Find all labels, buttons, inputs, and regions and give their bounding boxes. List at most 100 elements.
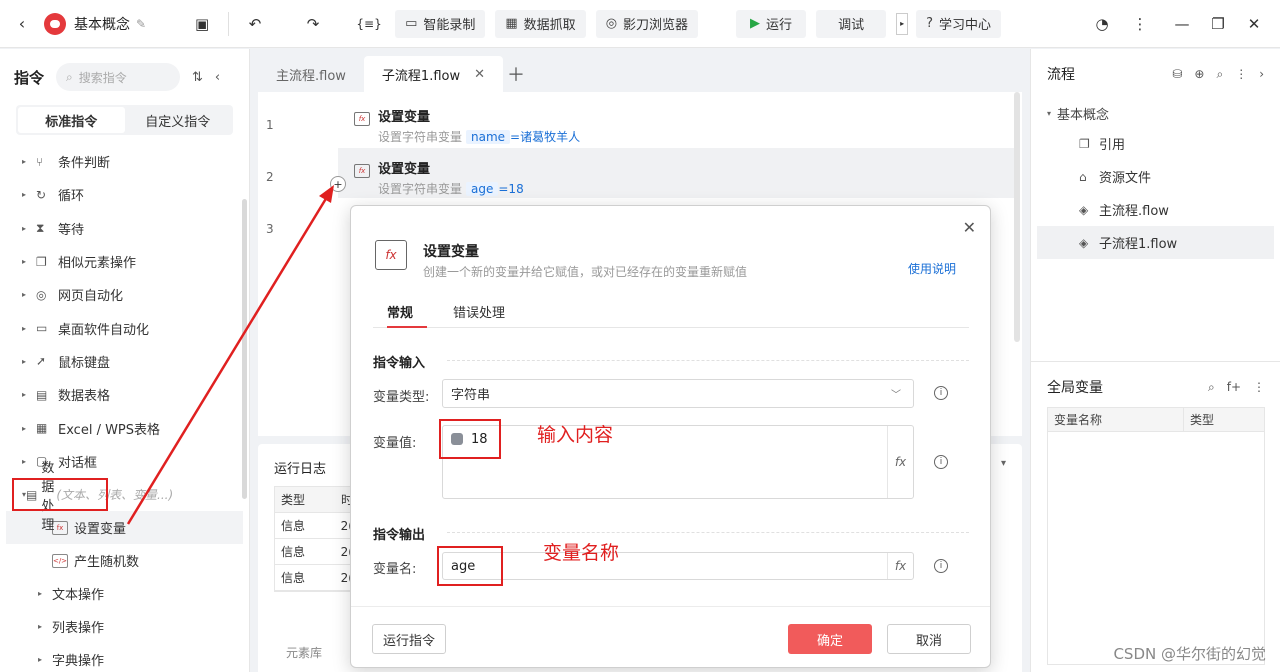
more-icon[interactable]: ⋮ [1253, 380, 1265, 395]
sort-icon[interactable]: ⇅ [192, 70, 203, 85]
log-row-type: 信息 [281, 519, 306, 533]
tab-label: 主流程.flow [276, 68, 346, 84]
tree-item-label: 引用 [1099, 138, 1126, 153]
category-item[interactable]: ▸ ▭ 桌面软件自动化 [0, 311, 249, 344]
table-icon: ▦ [505, 16, 518, 31]
category-item[interactable]: ▸ ⧗ 等待 [0, 212, 249, 245]
variables-icon[interactable]: {≡} [353, 8, 385, 40]
confirm-button[interactable]: 确定 [788, 624, 872, 654]
close-tab-icon[interactable]: ✕ [474, 67, 485, 82]
editor-scrollbar[interactable] [1014, 92, 1020, 342]
insert-step-icon[interactable]: + [330, 176, 346, 192]
category-item[interactable]: ▸ ▢ 对话框 [0, 445, 249, 478]
category-item[interactable]: ▸ 文本操作 [0, 577, 249, 610]
maximize-icon[interactable]: ❐ [1202, 8, 1234, 40]
smart-record-button[interactable]: ▭ 智能录制 [395, 9, 486, 38]
more-icon[interactable]: ⋮ [1124, 8, 1156, 40]
category-item[interactable]: ▸ ➚ 鼠标键盘 [0, 345, 249, 378]
category-label: 字典操作 [52, 654, 105, 670]
info-icon[interactable]: i [934, 386, 948, 400]
table-row[interactable]: 信息 2( [275, 513, 353, 539]
global-variables-section: 全局变量 ⌕ f+ ⋮ 变量名称 类型 [1031, 371, 1280, 665]
tree-item-subflow-1[interactable]: ◈ 子流程1.flow [1037, 226, 1274, 259]
close-icon[interactable]: ✕ [963, 218, 976, 237]
category-item[interactable]: ▸ 列表操作 [0, 610, 249, 643]
save-icon[interactable]: ▣ [186, 8, 218, 40]
run-command-button[interactable]: 运行指令 [372, 624, 446, 654]
category-item[interactable]: ▸ ↻ 循环 [0, 178, 249, 211]
command-search-input[interactable]: ⌕ 搜索指令 [56, 63, 181, 91]
data-scrape-button[interactable]: ▦ 数据抓取 [495, 9, 586, 38]
step-var-chip: age [466, 182, 499, 196]
category-item[interactable]: ▸ ◎ 网页自动化 [0, 278, 249, 311]
help-link[interactable]: 使用说明 [908, 260, 956, 277]
variable-value-highlight: 18 [439, 419, 501, 459]
close-window-icon[interactable]: ✕ [1238, 8, 1270, 40]
command-panel: 指令 ⌕ 搜索指令 ⇅ ‹ 标准指令 自定义指令 ▸ ⑂ 条件判断 ▸ ↻ 循环 ▸ ⧗ 等… [0, 49, 250, 672]
tab-general[interactable]: 常规 [387, 302, 428, 328]
category-item[interactable]: ▸ ⑂ 条件判断 [0, 145, 249, 178]
layers-settings-icon[interactable]: ⛁ [1172, 67, 1182, 82]
tab-main-flow[interactable]: 主流程.flow [258, 56, 364, 92]
table-row[interactable]: 信息 2( [275, 565, 353, 591]
collapse-panel-icon[interactable]: ‹ [215, 70, 220, 85]
tab-custom[interactable]: 自定义指令 [125, 107, 232, 133]
add-variable-icon[interactable]: f+ [1227, 380, 1241, 395]
variable-name-input[interactable]: fx [442, 552, 914, 580]
category-item[interactable]: ▸ ❐ 相似元素操作 [0, 245, 249, 278]
table-row[interactable]: 信息 2( [275, 539, 353, 565]
tree-root[interactable]: ▾ 基本概念 [1031, 99, 1280, 127]
learning-center-button[interactable]: ? 学习中心 [916, 9, 1001, 38]
search-icon[interactable]: ⌕ [1208, 380, 1215, 395]
tab-subflow-1[interactable]: 子流程1.flow ✕ [363, 56, 504, 92]
search-icon[interactable]: ⌕ [1216, 67, 1223, 82]
command-item-random[interactable]: </> 产生随机数 [0, 544, 249, 577]
chevron-down-icon[interactable]: ▾ [1001, 458, 1006, 469]
tab-error-handling[interactable]: 错误处理 [451, 302, 507, 328]
category-item[interactable]: ▸ 字典操作 [0, 643, 249, 672]
dialog-description: 创建一个新的变量并给它赋值，或对已经存在的变量重新赋值 [423, 265, 748, 279]
bell-icon[interactable]: ◔ [1086, 8, 1118, 40]
tree-item-resources[interactable]: ⌂ 资源文件 [1031, 160, 1280, 193]
flow-panel: 流程 ⛁ ⊕ ⌕ ⋮ › ▾ 基本概念 ❐ 引用 ⌂ 资源文件 ◈ 主流程.flow ◈… [1030, 49, 1280, 672]
browser-button[interactable]: ◎ 影刀浏览器 [595, 9, 699, 38]
play-icon: ▶ [750, 16, 761, 31]
minimize-icon[interactable]: — [1166, 8, 1198, 40]
back-icon[interactable]: ‹ [0, 14, 44, 33]
caret-down-icon: ▾ [1047, 108, 1052, 118]
more-icon[interactable]: ⋮ [1235, 67, 1247, 82]
fx-icon[interactable]: fx [887, 426, 913, 498]
element-library-tab[interactable]: 元素库 [286, 644, 322, 661]
info-icon[interactable]: i [934, 559, 948, 573]
file-tabs: 主流程.flow 子流程1.flow ✕ ＋ [258, 56, 1022, 92]
info-icon[interactable]: i [934, 455, 948, 469]
tree-item-main-flow[interactable]: ◈ 主流程.flow [1031, 193, 1280, 226]
chevron-right-icon[interactable]: › [1259, 67, 1264, 82]
run-button[interactable]: ▶ 运行 [736, 9, 807, 38]
edit-title-icon[interactable]: ✎ [136, 17, 146, 31]
debug-button[interactable]: 调试 [816, 9, 887, 38]
collapse-handle-icon[interactable]: ▸ [896, 12, 909, 35]
cancel-button[interactable]: 取消 [887, 624, 971, 654]
category-item[interactable]: ▸ ▤ 数据表格 [0, 378, 249, 411]
variable-name-label: 变量名: [373, 562, 417, 577]
step-title: 设置变量 [378, 110, 431, 125]
flow-panel-title: 流程 [1047, 67, 1075, 83]
flow-step[interactable]: fx 设置变量 设置字符串变量 name =诸葛牧羊人 [338, 96, 1014, 146]
fx-icon: fx [354, 112, 370, 126]
flow-step-selected[interactable]: fx 设置变量 设置字符串变量 age =18 [338, 148, 1014, 198]
tree-item-reference[interactable]: ❐ 引用 [1031, 127, 1280, 160]
fx-icon[interactable]: fx [887, 553, 913, 579]
tab-standard[interactable]: 标准指令 [18, 107, 125, 133]
line-number: 3 [266, 222, 274, 236]
add-tab-icon[interactable]: ＋ [507, 56, 525, 92]
left-scrollbar[interactable] [242, 199, 247, 499]
undo-icon[interactable]: ↶ [239, 8, 271, 40]
redo-icon[interactable]: ↷ [297, 8, 329, 40]
add-flow-icon[interactable]: ⊕ [1194, 67, 1204, 82]
category-item[interactable]: ▸ ▦ Excel / WPS表格 [0, 411, 249, 444]
loop-icon: ↻ [36, 187, 47, 202]
variable-value-input[interactable]: fx [442, 425, 914, 499]
variable-type-select[interactable]: 字符串 ﹀ [442, 379, 914, 408]
category-item-data-processing[interactable]: ▾ ▤ 数据处理 (文本、列表、变量...) [12, 461, 173, 533]
